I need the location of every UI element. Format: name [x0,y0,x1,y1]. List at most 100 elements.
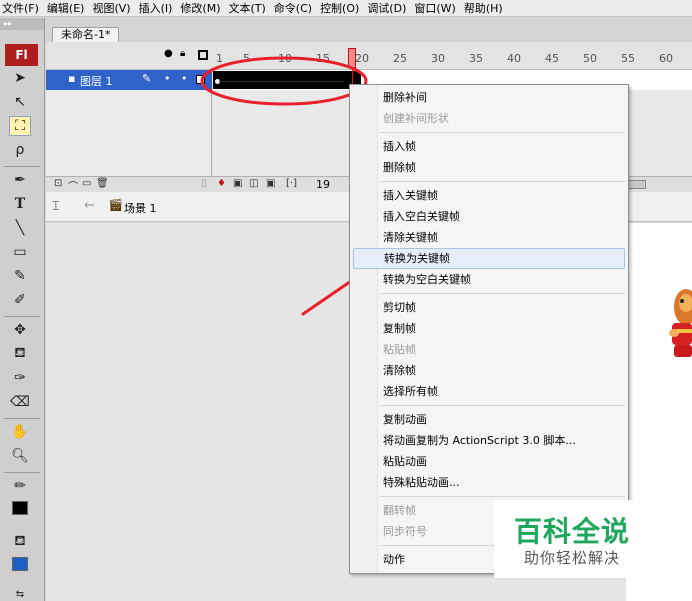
menu-help[interactable]: 帮助(H) [460,0,507,16]
menu-edit[interactable]: 编辑(E) [43,0,89,16]
menu-debug[interactable]: 调试(D) [363,0,410,16]
new-layer-icon[interactable]: ⊡ [54,178,62,189]
ruler-number: 25 [393,52,407,65]
ruler-number: 40 [507,52,521,65]
free-transform-tool-icon[interactable]: ⛶ [9,116,31,136]
menu-item-convert-to-blank-keyframe[interactable]: 转换为空白关键帧 [353,269,625,290]
menu-item-remove-frames[interactable]: 删除帧 [353,157,625,178]
menu-item-insert-keyframe[interactable]: 插入关键帧 [353,185,625,206]
lock-icon[interactable]: 🔒︎ [180,48,185,59]
ruler-number: 60 [659,52,673,65]
hand-tool-icon[interactable]: ✋ [9,422,31,442]
scene-label[interactable]: 场景 1 [124,200,157,216]
menu-item-copy-motion-as-as3[interactable]: 将动画复制为 ActionScript 3.0 脚本... [353,430,625,451]
menu-separator [380,405,625,406]
zoom-tool-icon[interactable]: 🔍︎ [9,446,31,466]
edit-scene-icon[interactable]: ⌶ [52,199,60,214]
outline-box-icon[interactable] [196,75,205,84]
watermark: 百科全说 助你轻松解决 [494,500,668,578]
folder-icon[interactable]: ▭ [82,178,91,189]
menu-item-remove-tween[interactable]: 删除补间 [353,87,625,108]
bone-tool-icon[interactable]: ✥ [9,320,31,340]
menu-item-insert-blank-keyframe[interactable]: 插入空白关键帧 [353,206,625,227]
outline-icon[interactable] [198,50,208,60]
timeline-scrollbar[interactable] [626,180,646,189]
menu-item-clear-frames[interactable]: 清除帧 [353,360,625,381]
menu-view[interactable]: 视图(V) [88,0,134,16]
menu-item-copy-motion[interactable]: 复制动画 [353,409,625,430]
stroke-color-icon[interactable]: ✏ [9,476,31,496]
layer-icon: ▪ [68,72,76,85]
ruler-number: 30 [431,52,445,65]
edit-multiple-frames-icon[interactable]: ▣ [266,178,275,189]
menu-item-paste-motion-special[interactable]: 特殊粘贴动画... [353,472,625,493]
ruler-number: 5 [243,52,250,65]
menu-text[interactable]: 文本(T) [224,0,269,16]
menu-item-convert-to-keyframe[interactable]: 转换为关键帧 [353,248,625,269]
onion-outline-icon[interactable]: ◫ [249,178,258,189]
mascot-graphic[interactable] [626,285,692,385]
flash-logo: Fl [5,44,38,66]
fill-color-swatch[interactable] [9,554,31,574]
menu-modify[interactable]: 修改(M) [176,0,224,16]
menu-file[interactable]: 文件(F) [0,0,43,16]
visibility-dot-icon[interactable]: • [164,72,171,85]
line-tool-icon[interactable]: ╲ [9,218,31,238]
panel-collapse-icon[interactable]: ▸▸ [0,18,44,30]
menu-window[interactable]: 窗口(W) [410,0,459,16]
brush-tool-icon[interactable]: ✐ [9,290,31,310]
ruler-number: 50 [583,52,597,65]
lasso-tool-icon[interactable]: ρ [9,140,31,160]
menu-item-paste-frames[interactable]: 粘贴帧 [353,339,625,360]
tools-divider [4,316,40,317]
menu-separator [380,181,625,182]
menu-item-cut-frames[interactable]: 剪切帧 [353,297,625,318]
tools-panel: ▸▸ Fl ➤ ↖ ⛶ ρ ✒ T ╲ ▭ ✎ ✐ ✥ ⛾ ✑ ⌫ ✋ 🔍︎ ✏… [0,18,45,601]
menu-item-paste-motion[interactable]: 粘贴动画 [353,451,625,472]
tween-span[interactable] [213,71,361,89]
frame-ruler[interactable]: 1 5 10 15 20 25 30 35 40 45 50 55 60 [212,42,692,70]
eyedropper-tool-icon[interactable]: ✑ [9,368,31,388]
lock-dot-icon[interactable]: • [181,72,188,85]
center-frame-icon[interactable]: ♦ [217,178,226,189]
menu-separator [380,496,625,497]
rectangle-tool-icon[interactable]: ▭ [9,242,31,262]
new-folder-icon[interactable]: ⌒ [68,178,78,193]
clapper-icon: 🎬︎ [108,198,124,212]
pencil-tool-icon[interactable]: ✎ [9,266,31,286]
selection-tool-icon[interactable]: ➤ [9,68,31,88]
document-tab[interactable]: 未命名-1* [52,27,120,42]
menubar: 文件(F) 编辑(E) 视图(V) 插入(I) 修改(M) 文本(T) 命令(C… [0,0,692,17]
ruler-number: 55 [621,52,635,65]
onion-skin-icon[interactable]: ▣ [233,178,242,189]
playhead[interactable] [348,48,356,68]
trash-icon[interactable]: 🗑︎ [96,178,109,189]
text-tool-icon[interactable]: T [9,194,31,214]
modify-markers-icon[interactable]: [·] [286,178,297,189]
menu-control[interactable]: 控制(O) [316,0,363,16]
menu-commands[interactable]: 命令(C) [270,0,316,16]
layer-name[interactable]: 图层 1 [80,73,113,89]
menu-item-insert-frame[interactable]: 插入帧 [353,136,625,157]
splitter-icon[interactable]: ▯ [201,178,207,189]
back-arrow-icon[interactable]: ← [84,198,95,213]
menu-item-create-shape-tween[interactable]: 创建补间形状 [353,108,625,129]
ruler-number: 20 [355,52,369,65]
subselection-tool-icon[interactable]: ↖ [9,92,31,112]
menu-item-copy-frames[interactable]: 复制帧 [353,318,625,339]
tools-divider [4,472,40,473]
ruler-number: 15 [316,52,330,65]
menu-item-clear-keyframe[interactable]: 清除关键帧 [353,227,625,248]
watermark-subtitle: 助你轻松解决 [524,549,621,567]
swap-colors-icon[interactable]: ⇆ [9,584,31,601]
paint-bucket-tool-icon[interactable]: ⛾ [9,344,31,364]
stroke-color-swatch[interactable] [9,498,31,518]
eye-icon[interactable]: ● [164,48,173,59]
layer-row[interactable]: ▪ 图层 1 ✎ • • [46,70,212,90]
menu-item-select-all-frames[interactable]: 选择所有帧 [353,381,625,402]
fill-color-icon[interactable]: ⛾ [9,532,31,552]
menu-insert[interactable]: 插入(I) [135,0,177,16]
eraser-tool-icon[interactable]: ⌫ [9,392,31,412]
watermark-title: 百科全说 [514,515,631,548]
pen-tool-icon[interactable]: ✒ [9,170,31,190]
